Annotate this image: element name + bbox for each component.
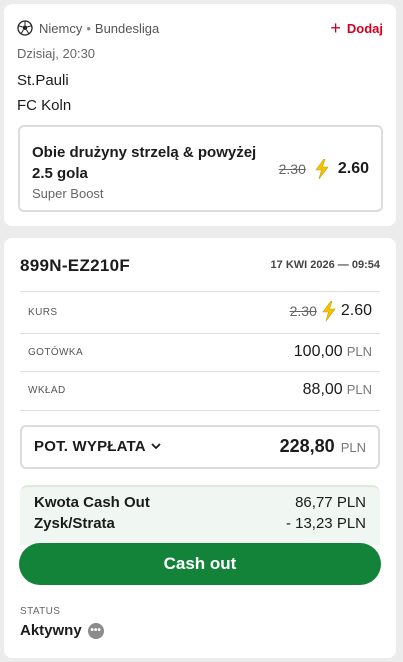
away-team: FC Koln bbox=[17, 97, 72, 114]
wklad-currency: PLN bbox=[346, 382, 372, 397]
kurs-label: KURS bbox=[28, 307, 58, 318]
bet-subtitle: Super Boost bbox=[32, 186, 104, 201]
lightning-bolt-icon bbox=[315, 159, 329, 179]
cash-out-button[interactable]: Cash out bbox=[19, 543, 381, 585]
cashout-currency: PLN bbox=[336, 494, 366, 511]
old-odds: 2.30 bbox=[278, 161, 306, 177]
gotowka-amount: 100,00 bbox=[293, 343, 343, 360]
add-button-label: Dodaj bbox=[346, 20, 383, 36]
divider bbox=[20, 291, 380, 292]
more-dots-icon[interactable]: ••• bbox=[87, 622, 104, 639]
league-label: Bundesliga bbox=[94, 20, 160, 36]
status-value: Aktywny ••• bbox=[20, 622, 104, 639]
kurs-value: 2.30 2.60 bbox=[290, 301, 372, 321]
kurs-old: 2.30 bbox=[289, 303, 317, 319]
gotowka-currency: PLN bbox=[346, 344, 372, 359]
bet-odds: 2.30 2.60 bbox=[279, 159, 369, 179]
bet-selection[interactable]: Obie drużyny strzelą & powyżej 2.5 gola … bbox=[18, 125, 383, 212]
ticket-datetime: 17 KWI 2026 — 09:54 bbox=[270, 259, 380, 271]
cashout-amount-value: 86,77 PLN bbox=[295, 494, 366, 511]
match-header: Niemcy • Bundesliga + Dodaj bbox=[17, 18, 383, 38]
match-date: Dzisiaj, 20:30 bbox=[17, 46, 96, 61]
status-label: STATUS bbox=[20, 606, 61, 617]
profit-loss-row: Zysk/Strata - 13,23 PLN bbox=[34, 515, 366, 532]
profit-loss-currency: PLN bbox=[336, 515, 366, 532]
divider bbox=[20, 333, 380, 334]
profit-loss-label: Zysk/Strata bbox=[34, 515, 115, 532]
kurs-new: 2.60 bbox=[340, 302, 372, 319]
add-button[interactable]: + Dodaj bbox=[330, 19, 383, 37]
payout-label: POT. WYPŁATA bbox=[34, 438, 146, 455]
payout-amount: 228,80 bbox=[279, 436, 335, 456]
lightning-bolt-icon bbox=[322, 301, 336, 321]
gotowka-value: 100,00 PLN bbox=[294, 343, 372, 361]
cashout-amount-label: Kwota Cash Out bbox=[34, 494, 150, 511]
divider bbox=[20, 410, 380, 411]
wklad-amount: 88,00 bbox=[302, 381, 343, 398]
profit-loss-amount: - 13,23 bbox=[285, 515, 333, 532]
plus-icon: + bbox=[330, 18, 341, 38]
payout-value: 228,80 PLN bbox=[280, 436, 366, 457]
wklad-label: WKŁAD bbox=[28, 385, 66, 396]
status-text: Aktywny bbox=[20, 622, 82, 639]
potential-payout[interactable]: POT. WYPŁATA 228,80 PLN bbox=[20, 425, 380, 469]
gotowka-label: GOTÓWKA bbox=[28, 347, 84, 358]
ticket-id: 899N-EZ210F bbox=[20, 256, 131, 275]
new-odds: 2.60 bbox=[337, 160, 369, 177]
chevron-down-icon bbox=[151, 443, 161, 450]
divider bbox=[20, 371, 380, 372]
country-label: Niemcy bbox=[39, 20, 83, 36]
bet-title: Obie drużyny strzelą & powyżej 2.5 gola bbox=[32, 144, 257, 182]
league-breadcrumb: Niemcy • Bundesliga bbox=[39, 21, 159, 36]
profit-loss-value: - 13,23 PLN bbox=[286, 515, 366, 532]
home-team: St.Pauli bbox=[17, 72, 69, 89]
cashout-panel: Kwota Cash Out 86,77 PLN Zysk/Strata - 1… bbox=[20, 485, 380, 545]
soccer-ball-icon bbox=[17, 20, 33, 36]
payout-currency: PLN bbox=[340, 440, 366, 455]
cashout-amount-row: Kwota Cash Out 86,77 PLN bbox=[34, 494, 366, 511]
wklad-value: 88,00 PLN bbox=[303, 381, 372, 399]
cashout-amount: 86,77 bbox=[295, 494, 333, 511]
match-card: Niemcy • Bundesliga + Dodaj Dzisiaj, 20:30… bbox=[4, 4, 396, 226]
ticket-card: 899N-EZ210F 17 KWI 2026 — 09:54 KURS 2.3… bbox=[4, 238, 396, 658]
breadcrumb-separator: • bbox=[86, 20, 91, 36]
